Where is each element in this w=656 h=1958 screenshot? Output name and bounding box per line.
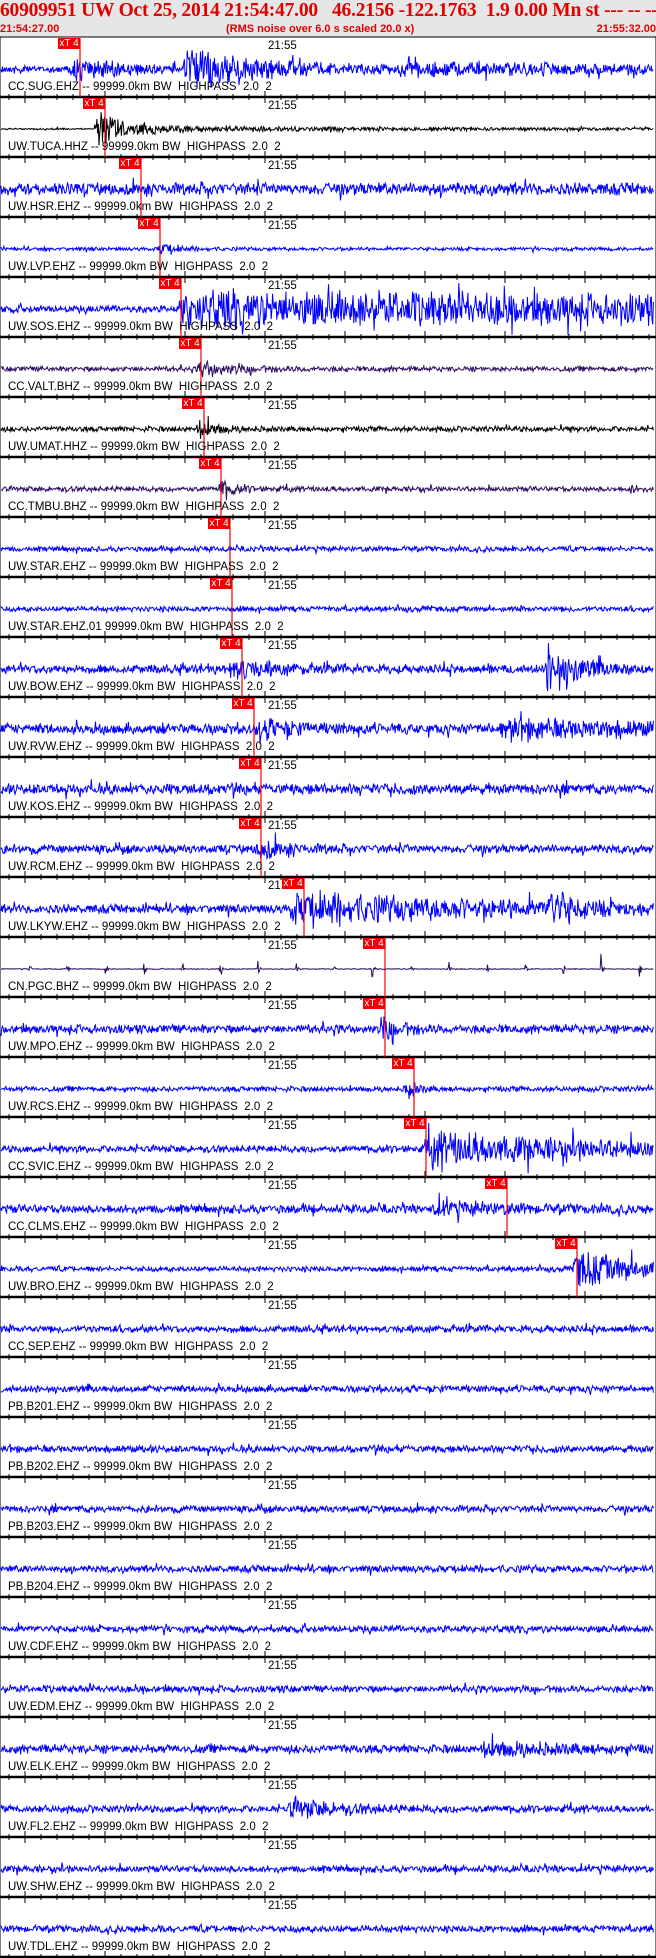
minute-label: 21:55 [268,520,297,532]
station-label: UW.STAR.EHZ -- 99999.0km BW HIGHPASS 2.0… [8,561,279,573]
minute-label: 21:55 [268,280,297,292]
station-label: UW.LKYW.EHZ -- 99999.0km BW HIGHPASS 2.0… [8,921,281,933]
station-label: CC.SEP.EHZ -- 99999.0km BW HIGHPASS 2.0 … [8,1341,269,1353]
minute-label: 21:55 [268,1600,297,1612]
minute-label: 21:55 [268,160,297,172]
pick-flag: xT 4 [282,878,304,889]
minute-label: 21:55 [268,1300,297,1312]
station-label: UW.BOW.EHZ -- 99999.0km BW HIGHPASS 2.0 … [8,681,276,693]
minute-label: 21:55 [268,1660,297,1672]
pick-flag: xT 4 [210,578,232,589]
station-label: UW.SOS.EHZ -- 99999.0km BW HIGHPASS 2.0 … [8,321,273,333]
minute-label: 21:55 [268,640,297,652]
minute-label: 21:55 [268,460,297,472]
station-label: UW.LVP.EHZ -- 99999.0km BW HIGHPASS 2.0 … [8,261,269,273]
pick-flag: xT 4 [555,1238,577,1249]
minute-label: 21:55 [268,760,297,772]
station-label: UW.KOS.EHZ -- 99999.0km BW HIGHPASS 2.0 … [8,801,273,813]
station-label: UW.EDM.EHZ -- 99999.0km BW HIGHPASS 2.0 … [8,1701,275,1713]
pick-flag: xT 4 [404,1118,426,1129]
station-label: UW.RVW.EHZ -- 99999.0km BW HIGHPASS 2.0 … [8,741,275,753]
seismogram-panel [0,36,656,1958]
station-label: CC.SVIC.EHZ -- 99999.0km BW HIGHPASS 2.0… [8,1161,274,1173]
station-label: UW.ELK.EHZ -- 99999.0km BW HIGHPASS 2.0 … [8,1761,271,1773]
station-label: CC.SUG.EHZ -- 99999.0km BW HIGHPASS 2.0 … [8,81,272,93]
minute-label: 21:55 [268,1900,297,1912]
station-label: UW.MPO.EHZ -- 99999.0km BW HIGHPASS 2.0 … [8,1041,275,1053]
station-label: PB.B204.EHZ -- 99999.0km BW HIGHPASS 2.0… [8,1581,273,1593]
minute-label: 21:55 [268,220,297,232]
pick-flag: xT 4 [363,938,385,949]
minute-label: 21:55 [268,1720,297,1732]
pick-flag: xT 4 [363,998,385,1009]
minute-label: 21:55 [268,1180,297,1192]
pick-flag: xT 4 [199,458,221,469]
pick-flag: xT 4 [119,158,141,169]
pick-flag: xT 4 [239,758,261,769]
pick-flag: xT 4 [83,98,105,109]
pick-flag: xT 4 [485,1178,507,1189]
pick-flag: xT 4 [138,218,160,229]
minute-label: 21:55 [268,1000,297,1012]
minute-label: 21:55 [268,1480,297,1492]
station-label: UW.CDF.EHZ -- 99999.0km BW HIGHPASS 2.0 … [8,1641,272,1653]
station-label: UW.TDL.EHZ -- 99999.0km BW HIGHPASS 2.0 … [8,1941,271,1953]
station-label: UW.HSR.EHZ -- 99999.0km BW HIGHPASS 2.0 … [8,201,273,213]
pick-flag: xT 4 [182,398,204,409]
minute-label: 21:55 [268,940,297,952]
minute-label: 21:55 [268,400,297,412]
station-label: UW.TUCA.HHZ -- 99999.0km BW HIGHPASS 2.0… [8,141,281,153]
station-label: UW.BRO.EHZ -- 99999.0km BW HIGHPASS 2.0 … [8,1281,274,1293]
minute-label: 21:55 [268,1780,297,1792]
minute-label: 21:55 [268,1120,297,1132]
minute-label: 21:55 [268,580,297,592]
pick-flag: xT 4 [58,38,80,49]
pick-flag: xT 4 [232,698,254,709]
minute-label: 21:55 [268,1360,297,1372]
minute-label: 21:55 [268,100,297,112]
minute-label: 21:55 [268,40,297,52]
minute-label: 21:55 [268,1840,297,1852]
minute-label: 21:55 [268,1540,297,1552]
station-label: UW.RCM.EHZ -- 99999.0km BW HIGHPASS 2.0 … [8,861,275,873]
pick-flag: xT 4 [392,1058,414,1069]
station-label: UW.STAR.EHZ.01 99999.0km BW HIGHPASS 2.0… [8,621,284,633]
station-label: CC.TMBU.BHZ -- 99999.0km BW HIGHPASS 2.0… [8,501,280,513]
station-label: PB.B203.EHZ -- 99999.0km BW HIGHPASS 2.0… [8,1521,273,1533]
station-label: UW.FL2.EHZ -- 99999.0km BW HIGHPASS 2.0 … [8,1821,269,1833]
station-label: CC.CLMS.EHZ -- 99999.0km BW HIGHPASS 2.0… [8,1221,279,1233]
station-label: PB.B202.EHZ -- 99999.0km BW HIGHPASS 2.0… [8,1461,273,1473]
station-label: PB.B201.EHZ -- 99999.0km BW HIGHPASS 2.0… [8,1401,273,1413]
pick-flag: xT 4 [179,338,201,349]
station-label: CN.PGC.BHZ -- 99999.0km BW HIGHPASS 2.0 … [8,981,272,993]
minute-label: 21:55 [268,820,297,832]
station-label: UW.RCS.EHZ -- 99999.0km BW HIGHPASS 2.0 … [8,1101,273,1113]
station-label: UW.UMAT.HHZ -- 99999.0km BW HIGHPASS 2.0… [8,441,280,453]
minute-label: 21:55 [268,340,297,352]
minute-label: 21:55 [268,700,297,712]
minute-label: 21:55 [268,1240,297,1252]
station-label: UW.SHW.EHZ -- 99999.0km BW HIGHPASS 2.0 … [8,1881,275,1893]
pick-flag: xT 4 [159,278,181,289]
minute-label: 21:55 [268,1420,297,1432]
pick-flag: xT 4 [239,818,261,829]
pick-flag: xT 4 [208,518,230,529]
pick-flag: xT 4 [220,638,242,649]
station-label: CC.VALT.BHZ -- 99999.0km BW HIGHPASS 2.0… [8,381,273,393]
minute-label: 21:55 [268,1060,297,1072]
